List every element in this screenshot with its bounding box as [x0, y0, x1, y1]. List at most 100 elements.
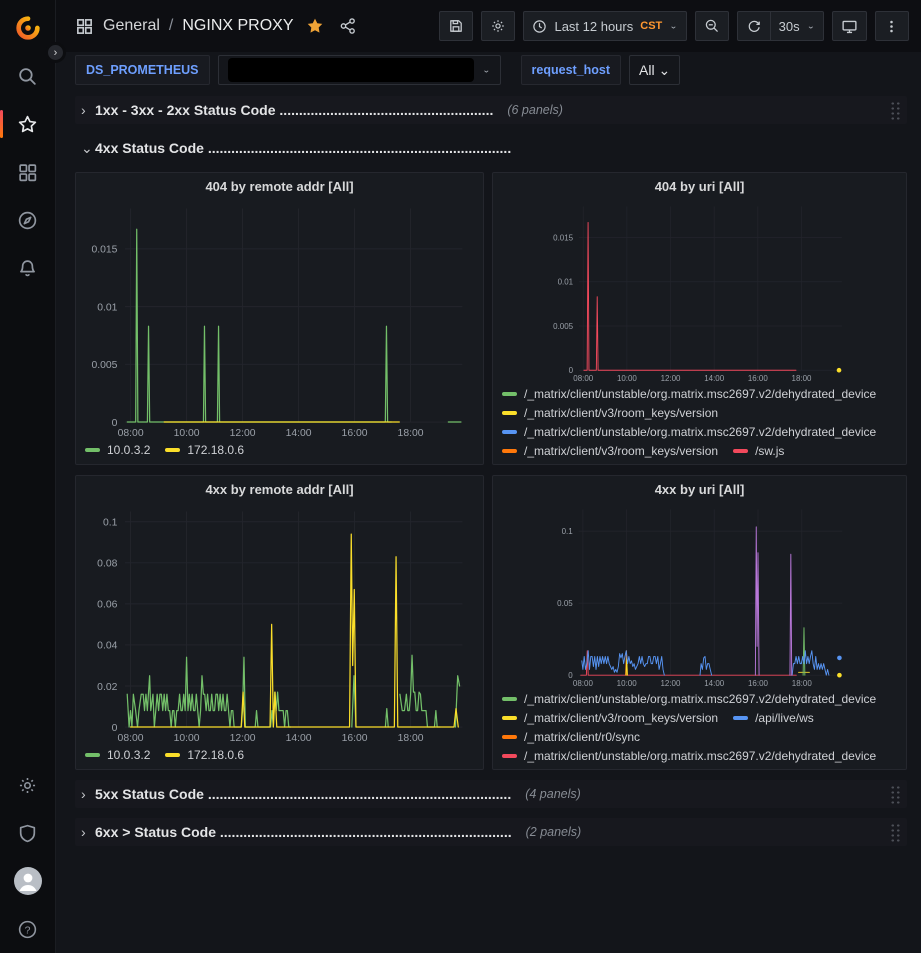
row-drag-handle[interactable]	[890, 785, 901, 804]
sidebar-item-configuration[interactable]	[8, 765, 48, 805]
svg-text:0: 0	[112, 418, 118, 429]
panel-title[interactable]: 4xx by remote addr [All]	[76, 476, 483, 503]
svg-text:0.1: 0.1	[103, 518, 118, 529]
legend-item[interactable]: /_matrix/client/v3/room_keys/version	[502, 444, 718, 458]
dashboards-grid-icon	[17, 162, 38, 183]
share-icon[interactable]	[339, 17, 357, 35]
save-dashboard-button[interactable]	[439, 11, 473, 41]
panel-legend: 10.0.3.2 172.18.0.6	[76, 440, 483, 464]
datasource-variable-select[interactable]: ⌄	[218, 55, 501, 85]
legend-label: /api/live/ws	[755, 711, 814, 725]
breadcrumb-section[interactable]: General	[103, 17, 160, 35]
refresh-interval-picker[interactable]: 30s ⌄	[771, 11, 824, 41]
panel-legend: /_matrix/client/unstable/org.matrix.msc2…	[493, 689, 906, 769]
shield-icon	[17, 823, 38, 844]
sidebar-item-dashboards[interactable]	[8, 152, 48, 192]
panel-404-by-remote-addr: 404 by remote addr [All] 0 0.005 0.01 0.015…	[75, 172, 484, 465]
legend-item[interactable]: /_matrix/client/unstable/org.matrix.msc2…	[502, 425, 876, 439]
svg-text:18:00: 18:00	[792, 679, 813, 688]
legend-label: 10.0.3.2	[107, 748, 150, 762]
svg-text:14:00: 14:00	[704, 679, 725, 688]
svg-text:10:00: 10:00	[617, 679, 638, 688]
svg-text:0.1: 0.1	[562, 527, 574, 536]
apps-grid-icon	[75, 17, 94, 36]
legend-item[interactable]: 10.0.3.2	[85, 748, 150, 762]
legend-label: /_matrix/client/unstable/org.matrix.msc2…	[524, 749, 876, 763]
request-host-variable-label[interactable]: request_host	[521, 55, 622, 85]
question-circle-icon: ?	[17, 919, 38, 940]
row-header-4xx[interactable]: ⌄ 4xx Status Code ......................…	[75, 134, 907, 162]
sidebar-expand-button[interactable]: ›	[45, 42, 66, 63]
datasource-variable-label[interactable]: DS_PROMETHEUS	[75, 55, 210, 85]
panel-4xx-by-uri: 4xx by uri [All] 00.050.108:0010:0012:00…	[492, 475, 907, 770]
svg-text:0.01: 0.01	[97, 302, 117, 313]
legend-item[interactable]: /_matrix/client/unstable/org.matrix.msc2…	[502, 692, 876, 706]
legend-color-swatch	[502, 754, 517, 758]
row-header-1xx-3xx-2xx[interactable]: › 1xx - 3xx - 2xx Status Code ..........…	[75, 96, 907, 124]
kebab-menu-button[interactable]	[875, 11, 909, 41]
grafana-app: ›	[0, 0, 921, 953]
legend-item[interactable]: /_matrix/client/unstable/org.matrix.msc2…	[502, 749, 876, 763]
legend-item[interactable]: 172.18.0.6	[165, 443, 244, 457]
chevron-right-icon: ›	[81, 824, 95, 840]
legend-item[interactable]: /_matrix/client/unstable/org.matrix.msc2…	[502, 387, 876, 401]
dashboard-title[interactable]: NGINX PROXY	[182, 17, 293, 35]
chevron-down-icon: ⌄	[81, 140, 95, 157]
legend-item[interactable]: /api/live/ws	[733, 711, 814, 725]
legend-color-swatch	[733, 716, 748, 720]
legend-color-swatch	[85, 753, 100, 757]
svg-text:0.015: 0.015	[91, 245, 117, 256]
row-drag-handle[interactable]	[890, 823, 901, 842]
variables-bar: DS_PROMETHEUS ⌄ request_host All ⌄	[56, 52, 921, 90]
panel-title[interactable]: 404 by remote addr [All]	[76, 173, 483, 200]
svg-text:0.06: 0.06	[97, 600, 117, 611]
sidebar-item-alerting[interactable]	[8, 248, 48, 288]
sidebar-item-help[interactable]: ?	[8, 909, 48, 949]
clock-icon	[532, 19, 547, 34]
svg-text:0.05: 0.05	[557, 599, 573, 608]
row-drag-handle[interactable]	[890, 101, 901, 120]
svg-text:0.005: 0.005	[91, 360, 117, 371]
main-area: General / NGINX PROXY	[56, 0, 921, 953]
legend-item[interactable]: 10.0.3.2	[85, 443, 150, 457]
zoom-out-button[interactable]	[695, 11, 729, 41]
row-header-5xx[interactable]: › 5xx Status Code ......................…	[75, 780, 907, 808]
timeseries-chart[interactable]: 00.020.040.060.080.108:0010:0012:0014:00…	[76, 503, 483, 745]
legend-item[interactable]: 172.18.0.6	[165, 748, 244, 762]
favorite-star-icon[interactable]	[306, 17, 324, 35]
svg-text:0.005: 0.005	[553, 322, 573, 331]
sidebar-item-search[interactable]	[8, 56, 48, 96]
svg-text:10:00: 10:00	[174, 733, 200, 744]
chevron-right-icon: ›	[81, 786, 95, 802]
legend-item[interactable]: /_matrix/client/v3/room_keys/version	[502, 406, 718, 420]
panel-404-by-uri: 404 by uri [All] 00.0050.010.01508:0010:…	[492, 172, 907, 465]
timeseries-chart[interactable]: 00.050.108:0010:0012:0014:0016:0018:00	[493, 503, 906, 689]
legend-label: 172.18.0.6	[187, 443, 244, 457]
timeseries-chart[interactable]: 00.0050.010.01508:0010:0012:0014:0016:00…	[76, 200, 483, 440]
svg-text:0.01: 0.01	[558, 278, 574, 287]
legend-item[interactable]: /sw.js	[733, 444, 784, 458]
svg-text:08:00: 08:00	[573, 679, 594, 688]
time-range-picker[interactable]: Last 12 hours CST ⌄	[523, 11, 686, 41]
sidebar-item-starred[interactable]	[8, 104, 48, 144]
sidebar-item-server-admin[interactable]	[8, 813, 48, 853]
request-host-variable-select[interactable]: All ⌄	[629, 55, 680, 85]
legend-label: 10.0.3.2	[107, 443, 150, 457]
legend-item[interactable]: /_matrix/client/v3/room_keys/version	[502, 711, 718, 725]
tv-mode-button[interactable]	[832, 11, 867, 41]
panel-legend: 10.0.3.2 172.18.0.6	[76, 745, 483, 769]
row-header-6xx[interactable]: › 6xx > Status Code ....................…	[75, 818, 907, 846]
panel-title[interactable]: 404 by uri [All]	[493, 173, 906, 200]
dashboard-canvas: › 1xx - 3xx - 2xx Status Code ..........…	[56, 90, 921, 953]
search-icon	[17, 66, 38, 87]
grafana-logo[interactable]	[8, 8, 48, 48]
sidebar-item-explore[interactable]	[8, 200, 48, 240]
legend-item[interactable]: /_matrix/client/r0/sync	[502, 730, 640, 744]
timeseries-chart[interactable]: 00.0050.010.01508:0010:0012:0014:0016:00…	[493, 200, 906, 384]
dashboard-settings-button[interactable]	[481, 11, 515, 41]
svg-text:12:00: 12:00	[230, 733, 256, 744]
panel-title[interactable]: 4xx by uri [All]	[493, 476, 906, 503]
svg-text:0.04: 0.04	[97, 641, 117, 652]
sidebar-item-profile[interactable]	[8, 861, 48, 901]
refresh-button[interactable]	[737, 11, 771, 41]
